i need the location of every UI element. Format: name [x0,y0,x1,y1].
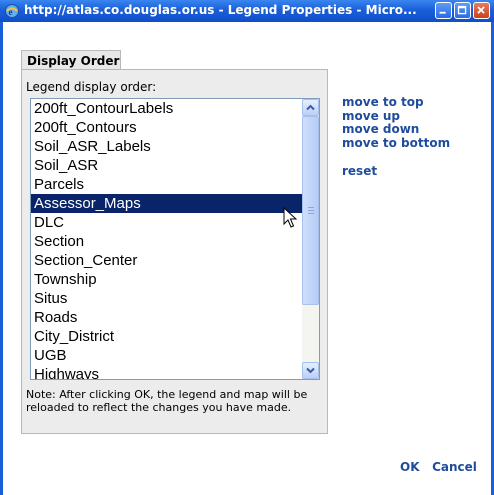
tab-display-order[interactable]: Display Order [21,50,121,70]
legend-order-listbox[interactable]: 200ft_ContourLabels 200ft_Contours Soil_… [30,98,320,380]
display-order-panel: Legend display order: 200ft_ContourLabel… [21,69,328,434]
cancel-button[interactable]: Cancel [432,460,477,474]
list-item[interactable]: Soil_ASR [31,156,303,175]
list-item[interactable]: 200ft_ContourLabels [31,99,303,118]
maximize-button[interactable] [454,2,471,19]
scroll-down-button[interactable] [302,362,319,379]
chevron-down-icon [306,367,315,374]
list-item[interactable]: DLC [31,213,303,232]
list-item[interactable]: UGB [31,346,303,365]
chevron-up-icon [306,104,315,111]
thumb-grip-line [308,213,314,214]
svg-text:e: e [9,7,13,17]
maximize-icon [457,5,467,15]
move-to-top-link[interactable]: move to top [342,95,450,110]
reload-note: Note: After clicking OK, the legend and … [26,388,308,414]
move-down-link[interactable]: move down [342,122,450,137]
list-item[interactable]: Section [31,232,303,251]
legend-order-list: 200ft_ContourLabels 200ft_Contours Soil_… [31,99,303,379]
list-item-selected[interactable]: Assessor_Maps [31,194,303,213]
list-item[interactable]: Section_Center [31,251,303,270]
mouse-cursor-icon [283,207,297,228]
scroll-up-button[interactable] [302,99,319,116]
close-button[interactable] [473,2,490,19]
ok-button[interactable]: OK [400,460,420,474]
window-frame-left [0,22,3,495]
window-title: http://atlas.co.douglas.or.us - Legend P… [24,3,417,17]
list-item[interactable]: Roads [31,308,303,327]
list-item[interactable]: Situs [31,289,303,308]
tab-label: Display Order [27,54,120,68]
list-item[interactable]: Township [31,270,303,289]
window-title-bar[interactable]: e http://atlas.co.douglas.or.us - Legend… [0,0,494,22]
thumb-grip-line [308,210,314,211]
order-actions: move to top move up move down move to bo… [342,95,450,179]
move-up-link[interactable]: move up [342,109,450,124]
reset-link[interactable]: reset [342,164,450,179]
list-item[interactable]: Highways [31,365,303,379]
list-item[interactable]: Soil_ASR_Labels [31,137,303,156]
thumb-grip-line [308,207,314,208]
list-item[interactable]: 200ft_Contours [31,118,303,137]
legend-order-label: Legend display order: [26,80,157,94]
minimize-button[interactable] [435,2,452,19]
move-to-bottom-link[interactable]: move to bottom [342,136,450,151]
minimize-icon [439,11,446,14]
list-item[interactable]: Parcels [31,175,303,194]
dialog-buttons: OK Cancel [400,460,477,474]
scrollbar-thumb[interactable] [302,116,319,305]
close-icon [477,6,485,14]
vertical-scrollbar[interactable] [302,99,319,379]
ie-icon: e [5,4,19,18]
list-item[interactable]: City_District [31,327,303,346]
